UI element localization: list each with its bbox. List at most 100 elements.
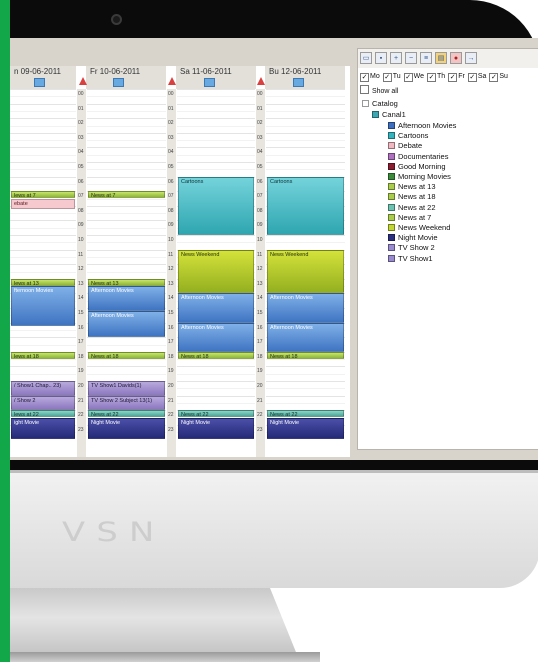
zoom-in-icon[interactable]: + [390, 52, 402, 64]
day-column[interactable]: Cartoons News Weekend Afternoon Movies Afte… [177, 89, 255, 457]
tree-program[interactable]: Morning Movies [388, 172, 451, 181]
tree-program[interactable]: TV Show1 [388, 254, 433, 263]
program-event[interactable]: Cartoons [178, 176, 254, 235]
weekday-checkbox[interactable]: ✓ [403, 73, 413, 82]
program-event[interactable]: / Show1 Chap.. 23) [11, 381, 75, 396]
program-event[interactable]: Afternoon Movies [88, 286, 165, 311]
day-header[interactable]: Sa 11-06-2011 [168, 66, 256, 89]
grid-line [266, 154, 345, 156]
weekday-sa[interactable]: ✓ Sa [467, 73, 486, 82]
program-event[interactable]: Afternoon Movies [178, 293, 254, 323]
day-icon[interactable] [204, 78, 215, 87]
tree-program[interactable]: Night Movie [388, 233, 438, 242]
tree-program[interactable]: Good Morning [388, 162, 446, 171]
program-event[interactable]: fternoon Movies [11, 286, 75, 326]
hour-label: 14 [257, 295, 263, 302]
tree-program[interactable]: TV Show 2 [388, 243, 435, 252]
weekday-checkbox[interactable]: ✓ [427, 73, 437, 82]
show-all-toggle[interactable]: Show all [360, 85, 398, 95]
hour-label: 15 [168, 310, 174, 316]
show-all-checkbox[interactable] [360, 85, 369, 94]
program-event[interactable]: Night Movie [267, 417, 344, 440]
tree-program[interactable]: News at 22 [388, 203, 436, 212]
program-event[interactable]: News at 22 [267, 410, 344, 418]
grid-line [10, 373, 76, 375]
hour-label: 01 [168, 105, 174, 112]
weekday-th[interactable]: ✓ Th [427, 73, 445, 82]
hour-label: 16 [78, 324, 84, 331]
hour-label: 01 [257, 105, 263, 112]
program-event[interactable]: Cartoons [267, 176, 344, 235]
zoom-out-icon[interactable]: − [405, 52, 417, 64]
program-event[interactable]: Night Movie [88, 417, 165, 440]
program-event[interactable]: TV Show1 Davids(1) [88, 381, 165, 396]
hour-label: 16 [257, 324, 263, 331]
weekday-fr[interactable]: ✓ Fr [448, 73, 465, 82]
program-event[interactable]: News Weekend [267, 249, 344, 294]
program-event[interactable]: News at 13 [88, 278, 165, 287]
program-icon [388, 224, 395, 231]
weekday-checkbox[interactable]: ✓ [360, 73, 369, 82]
program-event[interactable]: ight Movie [11, 417, 75, 440]
hour-label: 02 [168, 120, 174, 127]
tree-program[interactable]: News at 7 [388, 213, 431, 222]
grid-line [87, 198, 166, 200]
tree-program[interactable]: Debate [388, 141, 422, 150]
program-event[interactable]: Afternoon Movies [88, 310, 165, 338]
program-event[interactable]: News at 18 [267, 351, 344, 360]
weekday-tu[interactable]: ✓ Tu [382, 73, 401, 82]
tree-program[interactable]: News Weekend [388, 223, 450, 232]
grid-line [10, 140, 76, 142]
list-icon[interactable]: ≡ [420, 52, 432, 64]
day-icon[interactable] [113, 78, 124, 87]
tree-program[interactable]: News at 13 [388, 182, 436, 191]
hour-label: 09 [168, 222, 174, 229]
program-event[interactable]: News at 18 [88, 351, 165, 360]
program-event[interactable]: News at 18 [178, 351, 254, 360]
day-icon[interactable] [293, 78, 304, 87]
program-event[interactable]: / Show 2 [11, 395, 75, 411]
day-column[interactable]: Cartoons News Weekend Afternoon Movies Afte… [266, 89, 345, 457]
weekday-we[interactable]: ✓ We [403, 73, 424, 82]
day-header[interactable]: Fr 10-06-2011 [79, 66, 166, 89]
program-event[interactable]: Afternoon Movies [178, 322, 254, 352]
program-event[interactable]: ebate [11, 198, 75, 209]
folder-icon[interactable]: ▤ [435, 52, 447, 64]
tree-program[interactable]: Cartoons [388, 131, 428, 140]
program-event[interactable]: TV Show 2 Subject 13(1) [88, 395, 165, 411]
day-icon[interactable] [34, 78, 45, 87]
program-event[interactable]: lews at 13 [11, 278, 75, 287]
tree-root-catalog[interactable]: Catalog [362, 99, 398, 108]
weekday-su[interactable]: ✓ Su [489, 73, 508, 82]
program-event[interactable]: News at 22 [178, 410, 254, 418]
delete-icon[interactable]: ● [450, 52, 462, 64]
day-column[interactable]: News at 7 News at 13 Afternoon Movies After… [87, 89, 166, 457]
program-event[interactable]: Night Movie [178, 417, 254, 440]
weekday-checkbox[interactable]: ✓ [467, 73, 477, 82]
weekday-checkbox[interactable]: ✓ [448, 73, 458, 82]
day-header[interactable]: Bu 12-06-2011 [257, 66, 345, 89]
export-icon[interactable]: → [465, 52, 477, 64]
program-event[interactable]: Afternoon Movies [267, 293, 344, 323]
program-event[interactable]: News at 7 [88, 191, 165, 199]
tree-label: Documentaries [398, 151, 449, 161]
tree-program[interactable]: Documentaries [388, 152, 448, 161]
program-event[interactable]: News at 22 [88, 410, 165, 418]
grid-line [87, 103, 166, 105]
weekday-checkbox[interactable]: ✓ [382, 73, 392, 82]
program-event[interactable]: Afternoon Movies [267, 322, 344, 352]
tree-program[interactable]: Afternoon Movies [388, 121, 456, 130]
program-event[interactable]: lews at 22 [11, 410, 75, 418]
tree-channel[interactable]: Canal1 [372, 110, 406, 119]
day-label: Sa 11-06-2011 [180, 67, 232, 76]
day-column[interactable]: lews at 7 ebate lews at 13 fternoon Movies l… [10, 89, 76, 457]
program-event[interactable]: News Weekend [178, 249, 254, 294]
program-event[interactable]: lews at 18 [11, 351, 75, 360]
tree-program[interactable]: News at 18 [388, 192, 436, 201]
save-icon[interactable]: ▪ [375, 52, 387, 64]
program-event[interactable]: lews at 7 [11, 191, 75, 199]
new-icon[interactable]: ▭ [360, 52, 372, 64]
weekday-mo[interactable]: ✓ Mo [360, 73, 380, 82]
day-header[interactable]: n 09-06-2011 [10, 66, 76, 89]
weekday-checkbox[interactable]: ✓ [489, 73, 499, 82]
